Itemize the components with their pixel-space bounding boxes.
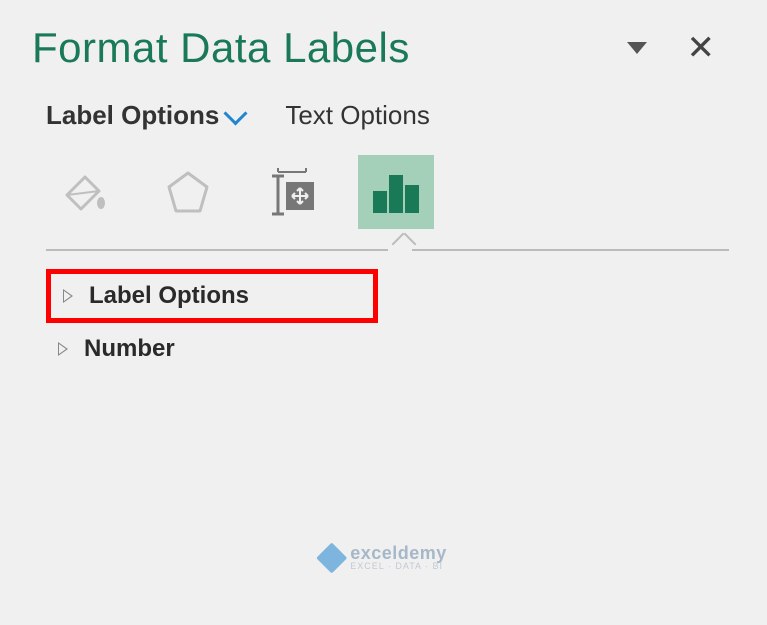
tab-text-options[interactable]: Text Options	[285, 100, 430, 131]
close-icon[interactable]: ✕	[687, 28, 716, 68]
watermark: exceldemy EXCEL · DATA · BI	[320, 544, 447, 571]
panel-options-dropdown-icon[interactable]	[627, 42, 647, 54]
watermark-main: exceldemy	[350, 544, 447, 562]
bar-chart-icon	[369, 167, 423, 217]
tab-label-options[interactable]: Label Options	[46, 100, 245, 131]
tab-label: Text Options	[285, 100, 430, 131]
section-label-options[interactable]: Label Options	[46, 269, 378, 323]
expand-caret-icon	[63, 289, 73, 303]
expand-caret-icon	[58, 342, 68, 356]
chevron-down-icon	[229, 113, 245, 119]
watermark-sub: EXCEL · DATA · BI	[350, 562, 447, 571]
effects-tab[interactable]	[150, 155, 226, 229]
section-number[interactable]: Number	[46, 323, 735, 375]
section-label-text: Number	[84, 335, 175, 363]
size-icon	[264, 164, 320, 220]
fill-line-tab[interactable]	[46, 155, 122, 229]
label-options-chart-tab[interactable]	[358, 155, 434, 229]
pentagon-icon	[163, 167, 213, 217]
paint-bucket-icon	[59, 167, 109, 217]
tab-label: Label Options	[46, 100, 219, 131]
panel-title: Format Data Labels	[32, 24, 410, 72]
logo-icon	[316, 542, 347, 573]
section-label-text: Label Options	[89, 282, 249, 310]
size-properties-tab[interactable]	[254, 155, 330, 229]
